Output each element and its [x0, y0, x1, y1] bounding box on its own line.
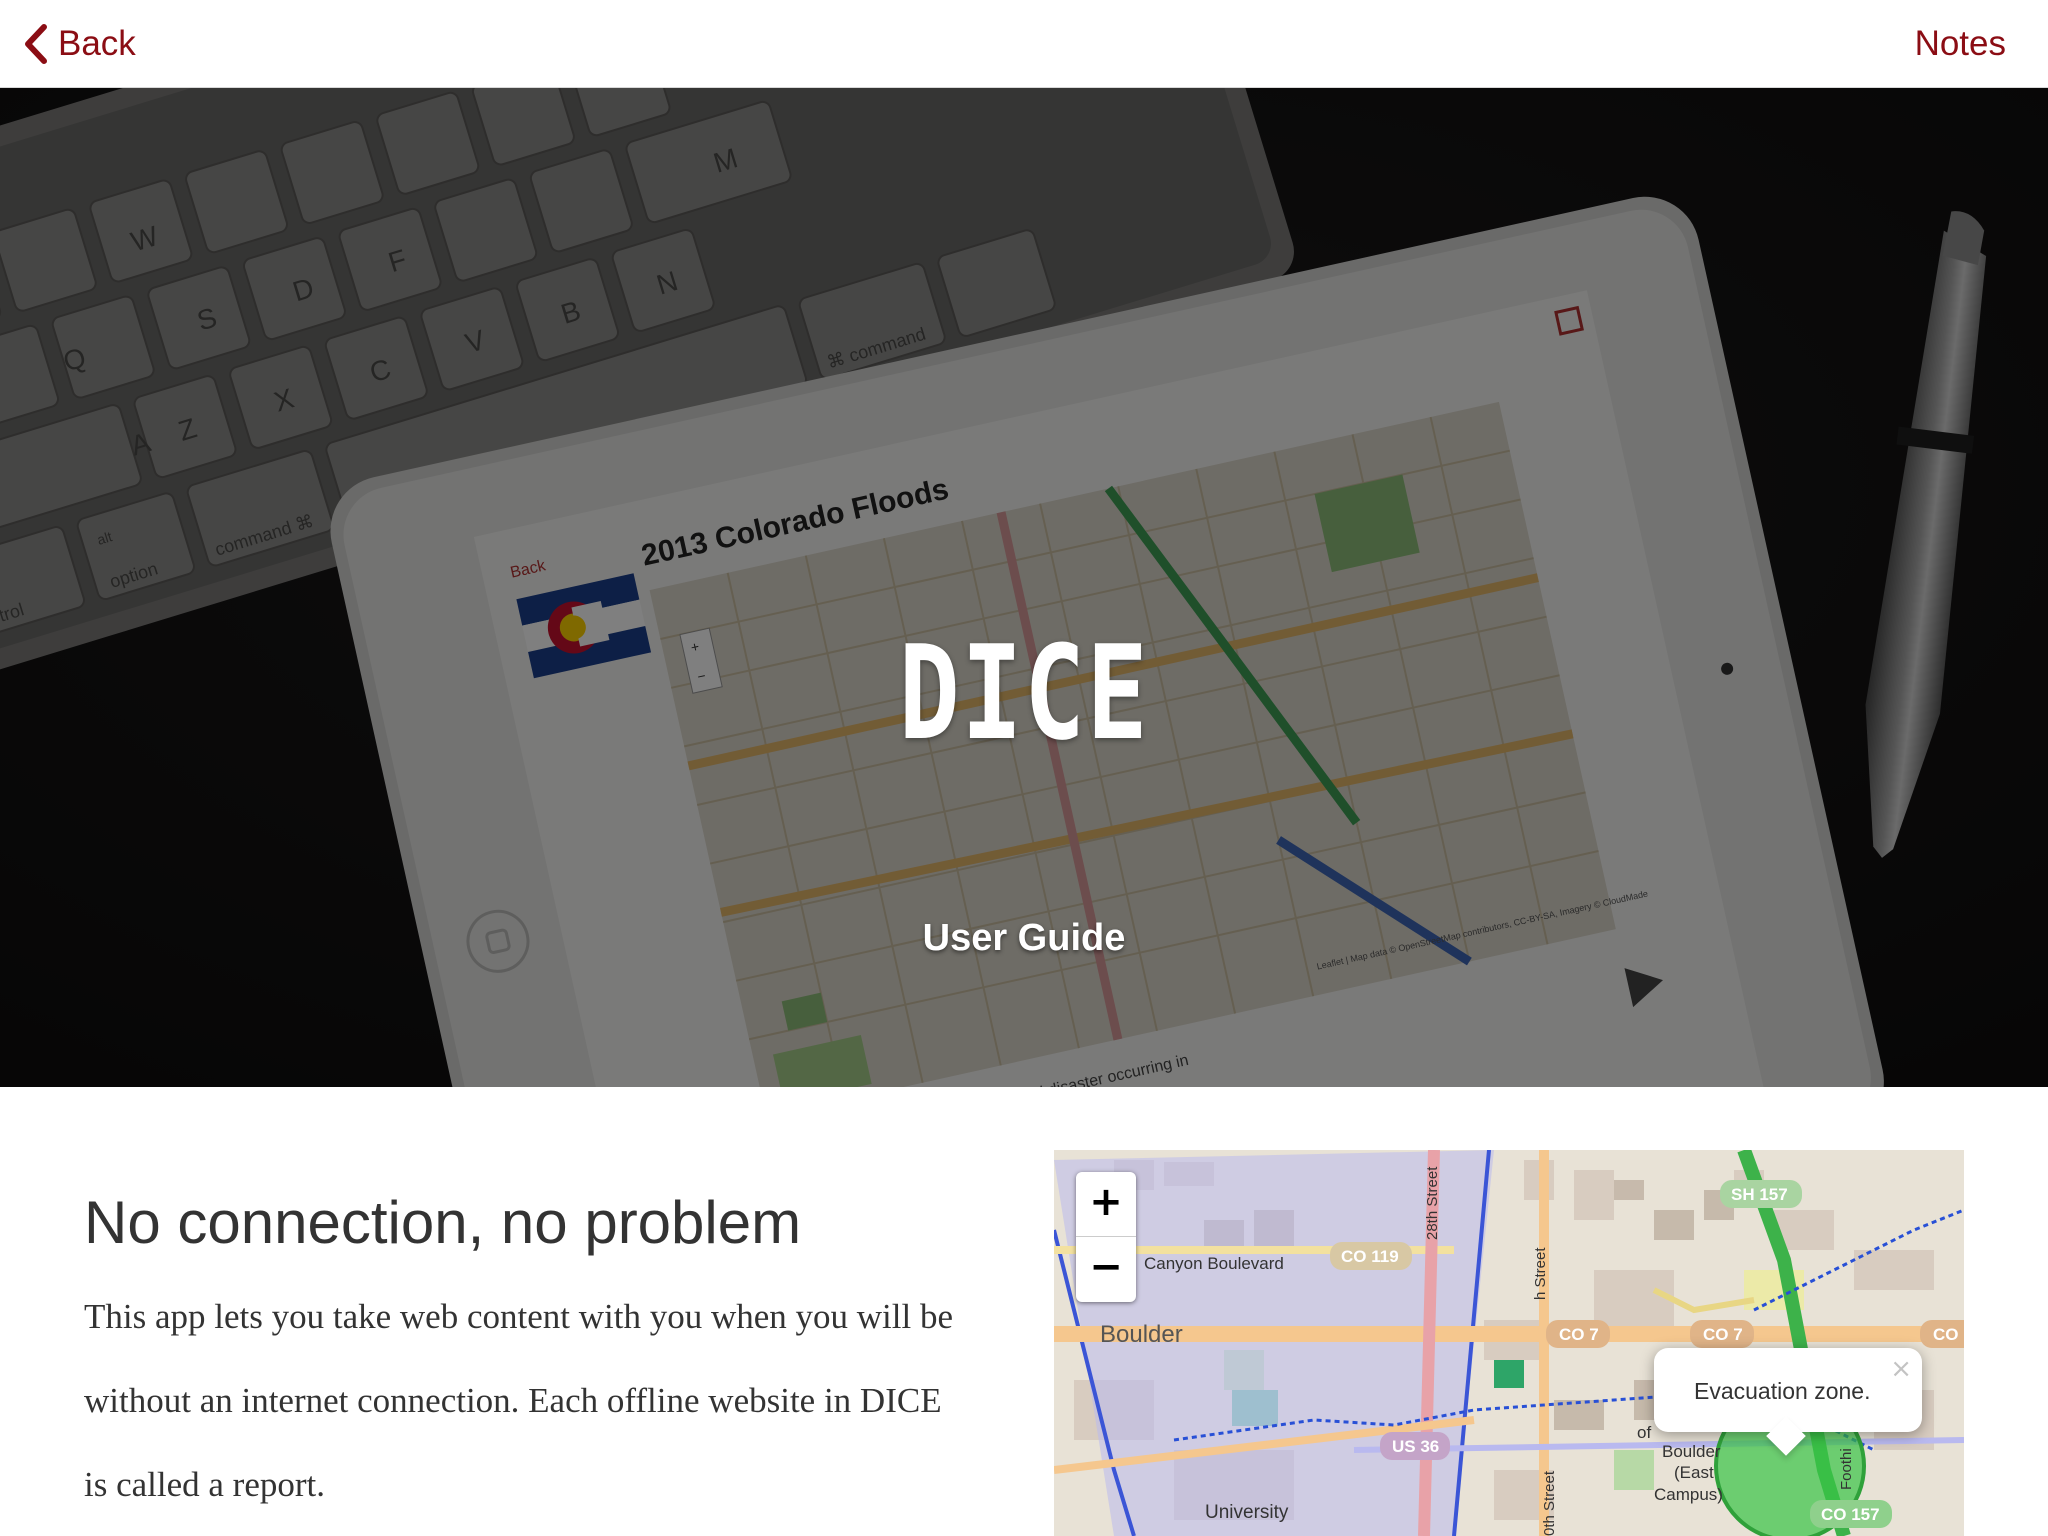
- shield-co7b: CO 7: [1703, 1325, 1743, 1344]
- map-popup: Evacuation zone. ×: [1654, 1348, 1922, 1456]
- shield-co157: CO 157: [1821, 1505, 1880, 1524]
- map-view[interactable]: Canyon Boulevard Boulder University Boul…: [1054, 1150, 1964, 1536]
- map-label-boulder-east: Boulder: [1662, 1442, 1721, 1461]
- shield-co7c: CO: [1933, 1325, 1959, 1344]
- map-label-boulder: Boulder: [1100, 1321, 1183, 1348]
- zoom-out-button[interactable]: −: [1076, 1237, 1136, 1301]
- hero-title: DICE: [898, 617, 1150, 769]
- chevron-left-icon: [25, 24, 47, 64]
- back-button[interactable]: Back: [22, 18, 136, 70]
- notes-button[interactable]: Notes: [1915, 18, 2006, 70]
- map-label-of: of: [1637, 1423, 1651, 1442]
- map-tiles: Canyon Boulevard Boulder University Boul…: [1054, 1150, 1964, 1536]
- shield-us36: US 36: [1392, 1437, 1439, 1456]
- map-label-canyon: Canyon Boulevard: [1144, 1254, 1284, 1273]
- navigation-bar: Back Notes: [0, 0, 2048, 88]
- section-body: This app lets you take web content with …: [84, 1297, 954, 1504]
- map-label-30th-south: 0th Street: [1541, 1470, 1558, 1536]
- map-label-east: (East: [1674, 1463, 1714, 1482]
- shield-sh157: SH 157: [1731, 1185, 1788, 1204]
- hero-banner: Q W A S D F Z X C V B N M shift control …: [0, 88, 2048, 1087]
- zoom-in-button[interactable]: +: [1076, 1172, 1136, 1237]
- popup-text: Evacuation zone.: [1694, 1378, 1871, 1404]
- hero-subtitle: User Guide: [922, 917, 1126, 959]
- map-label-university: University: [1205, 1502, 1289, 1523]
- zoom-control: + −: [1076, 1172, 1136, 1302]
- map-label-foothills: Foothi: [1838, 1448, 1855, 1490]
- map-label-campus: Campus): [1654, 1485, 1723, 1504]
- map-label-30th: h Street: [1532, 1247, 1549, 1300]
- map-label-28th: 28th Street: [1424, 1166, 1441, 1240]
- shield-co119: CO 119: [1341, 1247, 1399, 1266]
- section-heading: No connection, no problem: [84, 1189, 802, 1256]
- popup-close-button[interactable]: ×: [1890, 1356, 1912, 1382]
- back-label: Back: [58, 24, 136, 63]
- shield-co7a: CO 7: [1559, 1325, 1599, 1344]
